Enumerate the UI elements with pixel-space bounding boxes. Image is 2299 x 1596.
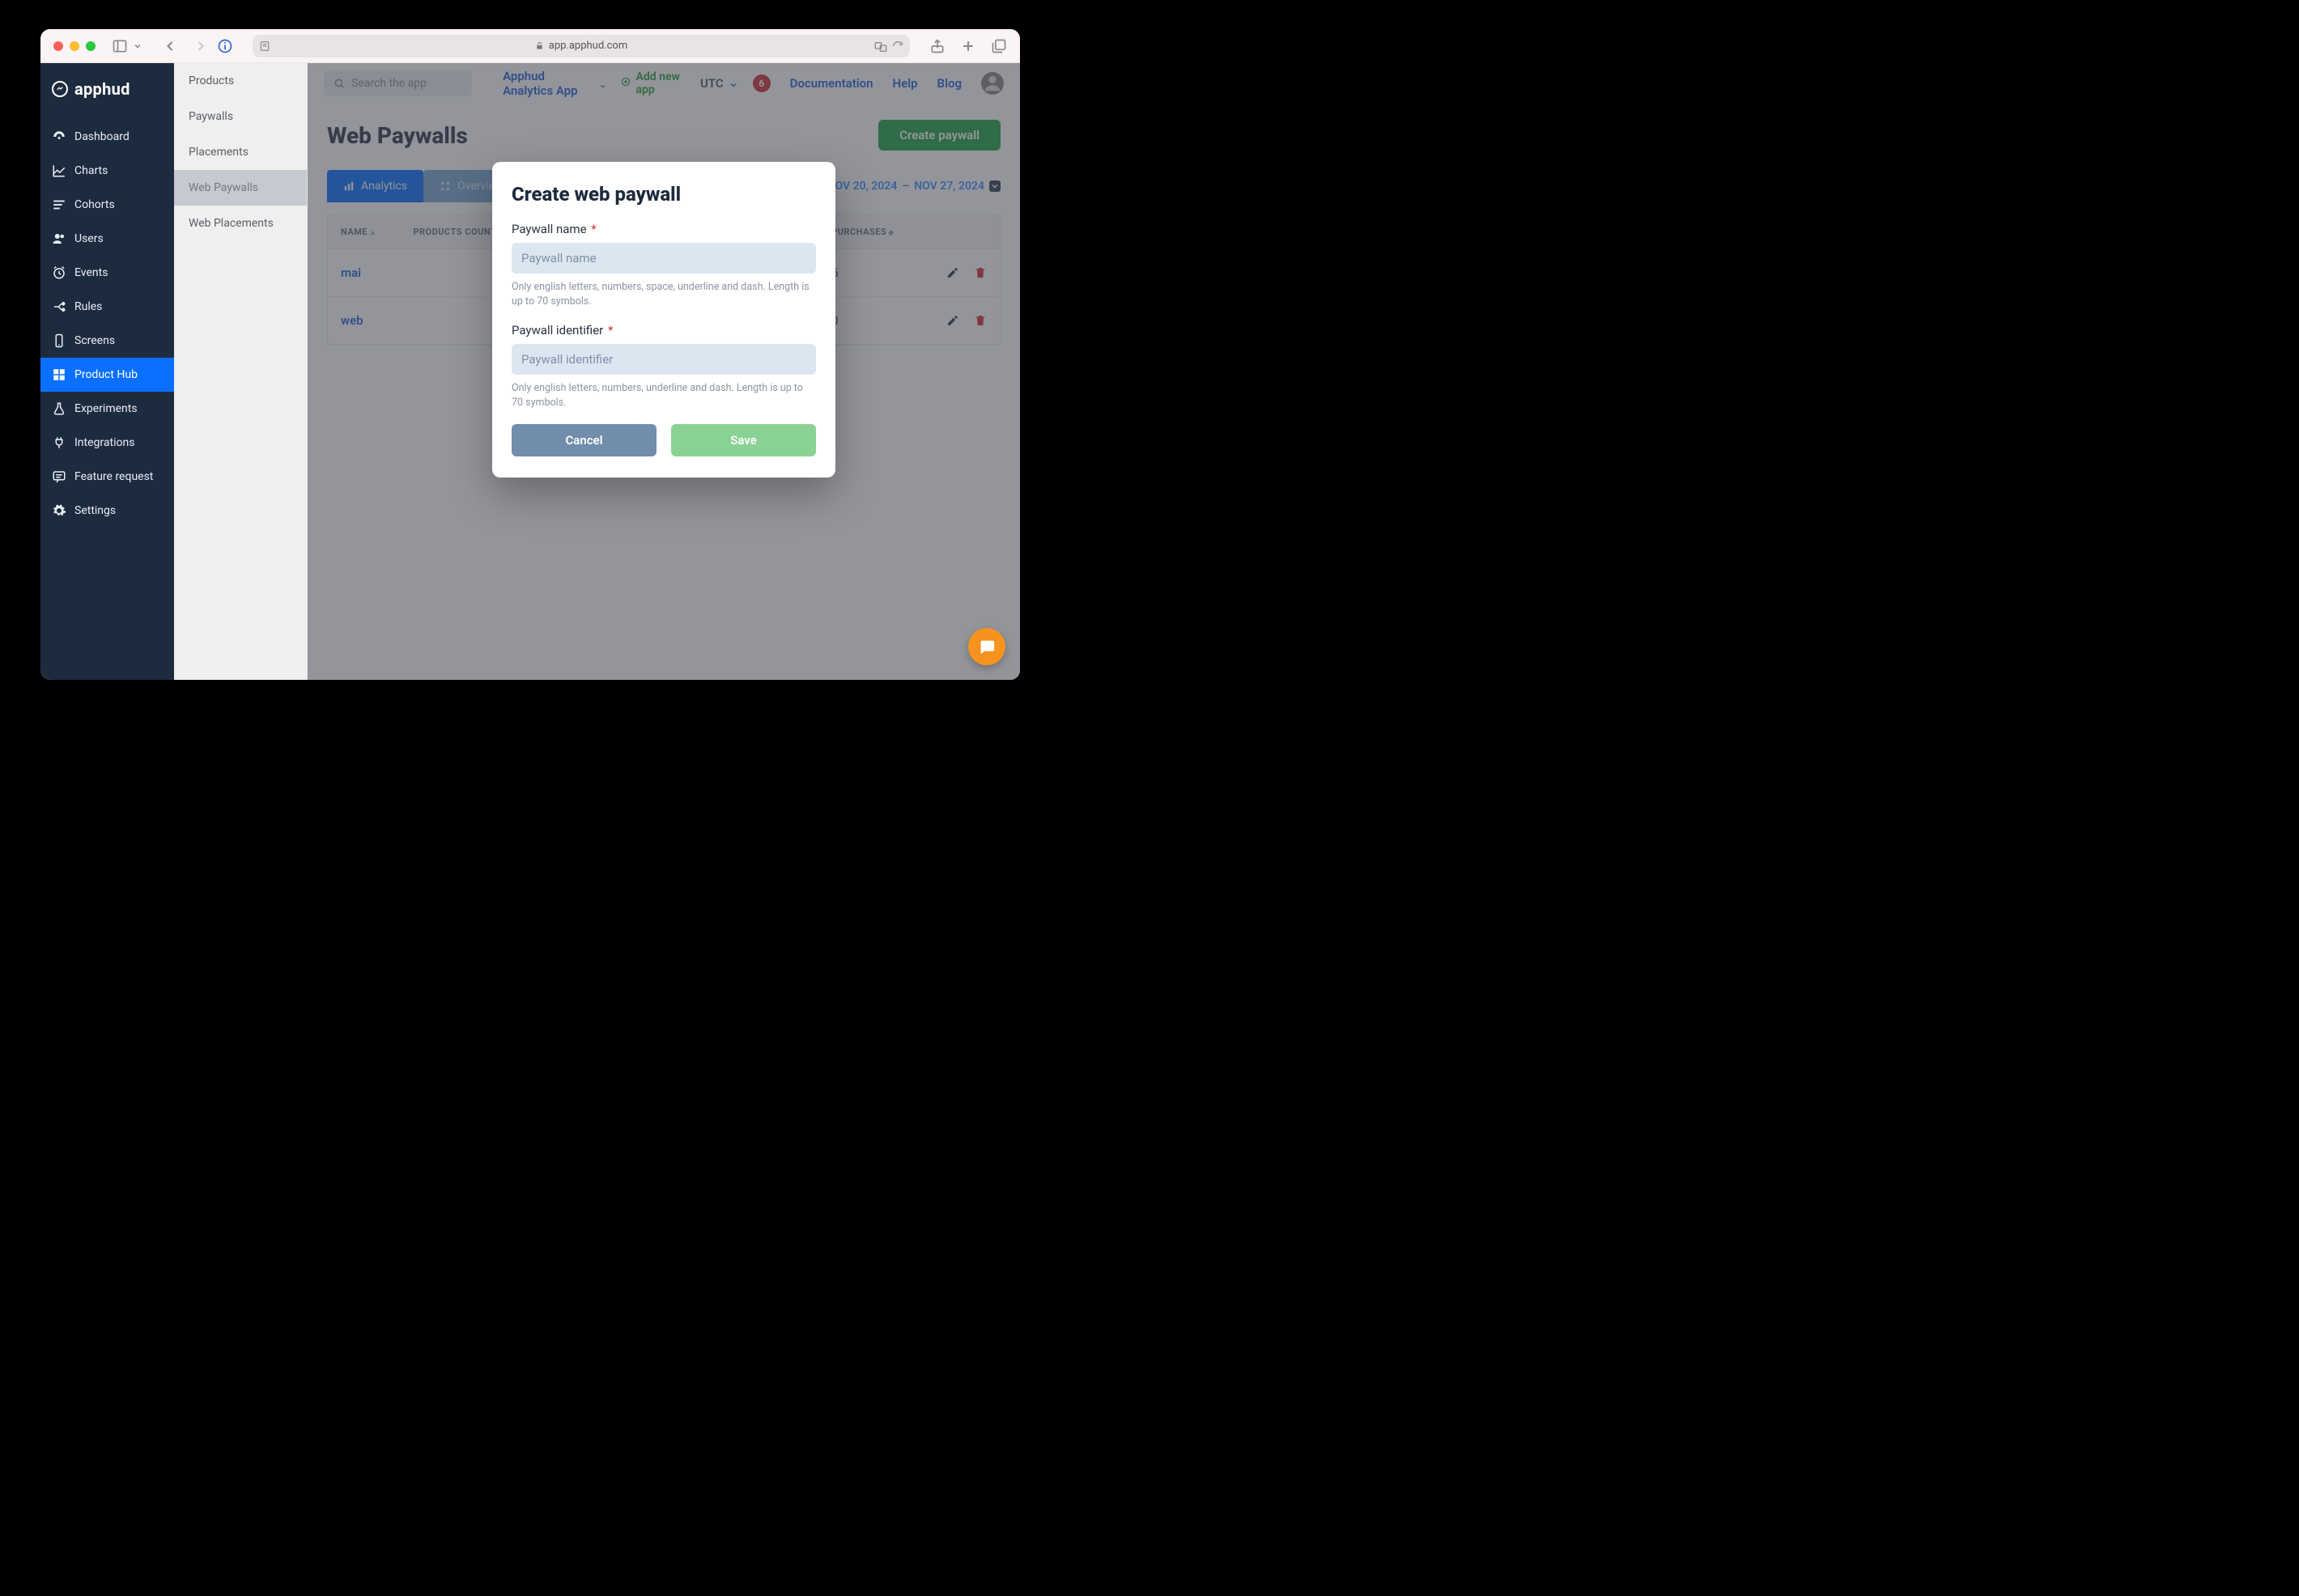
sidebar-item-label: Events [74,266,108,279]
subnav-item-products[interactable]: Products [174,63,307,99]
branch-icon [52,299,66,314]
phone-icon [52,333,66,348]
sidebar-item-screens[interactable]: Screens [40,324,174,358]
paywall-identifier-input[interactable] [512,344,816,375]
paywall-name-label: Paywall name * [512,222,816,236]
modal-title: Create web paywall [512,183,816,206]
sidebar-item-product-hub[interactable]: Product Hub [40,358,174,392]
paywall-name-input[interactable] [512,243,816,274]
sidebar-item-users[interactable]: Users [40,222,174,256]
sidebar-item-label: Dashboard [74,130,130,143]
sidebar-item-label: Charts [74,164,108,177]
comment-icon [52,469,66,484]
paywall-name-hint: Only english letters, numbers, space, un… [512,280,816,308]
tabs-icon[interactable] [991,38,1007,54]
cancel-button[interactable]: Cancel [512,424,657,456]
forward-icon[interactable] [193,38,209,54]
sidebar-item-label: Rules [74,300,102,313]
address-bar[interactable]: app.apphud.com [253,35,910,57]
brand-logo[interactable]: apphud [40,63,174,120]
maximize-window-icon[interactable] [86,41,96,51]
sidebar-toggle-icon[interactable] [112,38,128,54]
subnav-item-web-placements[interactable]: Web Placements [174,206,307,241]
sidebar-item-label: Experiments [74,402,138,415]
sidebar-secondary: ProductsPaywallsPlacementsWeb PaywallsWe… [174,63,308,680]
sidebar-item-feature-request[interactable]: Feature request [40,460,174,494]
share-icon[interactable] [929,38,946,54]
app-root: apphud Dashboard Charts Cohorts Users Events… [40,63,1020,680]
sidebar-item-rules[interactable]: Rules [40,290,174,324]
logo-mark-icon [52,81,68,97]
support-chat-button[interactable] [968,628,1005,665]
browser-toolbar: app.apphud.com [40,29,1020,63]
sidebar-item-events[interactable]: Events [40,256,174,290]
minimize-window-icon[interactable] [70,41,79,51]
chat-icon [978,638,996,656]
users-icon [52,231,66,246]
sidebar-item-label: Screens [74,334,115,347]
flask-icon [52,401,66,416]
sidebar-item-integrations[interactable]: Integrations [40,426,174,460]
chart-line-icon [52,163,66,178]
bars-icon [52,197,66,212]
sidebar-primary: apphud Dashboard Charts Cohorts Users Events… [40,63,174,680]
brand-name: apphud [74,79,130,99]
sidebar-item-label: Product Hub [74,368,138,381]
new-tab-icon[interactable] [960,38,976,54]
sidebar-item-label: Integrations [74,436,134,449]
url-text: app.apphud.com [549,40,627,52]
sidebar-item-label: Cohorts [74,198,115,211]
sidebar-item-dashboard[interactable]: Dashboard [40,120,174,154]
subnav-item-web-paywalls[interactable]: Web Paywalls [174,170,307,206]
paywall-identifier-hint: Only english letters, numbers, underline… [512,381,816,410]
subnav-item-placements[interactable]: Placements [174,134,307,170]
clock-icon [52,265,66,280]
create-paywall-modal: Create web paywall Paywall name * Only e… [492,162,835,478]
lock-icon [535,41,544,50]
reader-icon[interactable] [259,40,270,52]
boxes-icon [52,367,66,382]
plug-icon [52,435,66,450]
sidebar-item-charts[interactable]: Charts [40,154,174,188]
back-icon[interactable] [162,38,178,54]
modal-overlay[interactable]: Create web paywall Paywall name * Only e… [308,63,1020,680]
sidebar-item-label: Feature request [74,470,153,483]
chevron-down-icon[interactable] [133,38,142,54]
browser-window: app.apphud.com apphud Dashboard Charts Coh… [40,29,1020,680]
sidebar-item-experiments[interactable]: Experiments [40,392,174,426]
close-window-icon[interactable] [53,41,63,51]
sidebar-item-label: Settings [74,504,116,517]
save-button[interactable]: Save [671,424,816,456]
sidebar-item-label: Users [74,232,104,245]
reload-icon[interactable] [892,40,903,52]
sidebar-item-cohorts[interactable]: Cohorts [40,188,174,222]
paywall-identifier-label: Paywall identifier * [512,323,816,337]
translate-icon[interactable] [874,40,887,52]
traffic-lights [53,41,96,51]
sidebar-item-settings[interactable]: Settings [40,494,174,528]
gear-icon [52,503,66,518]
subnav-item-paywalls[interactable]: Paywalls [174,99,307,134]
privacy-report-icon[interactable] [217,38,233,54]
gauge-icon [52,129,66,144]
